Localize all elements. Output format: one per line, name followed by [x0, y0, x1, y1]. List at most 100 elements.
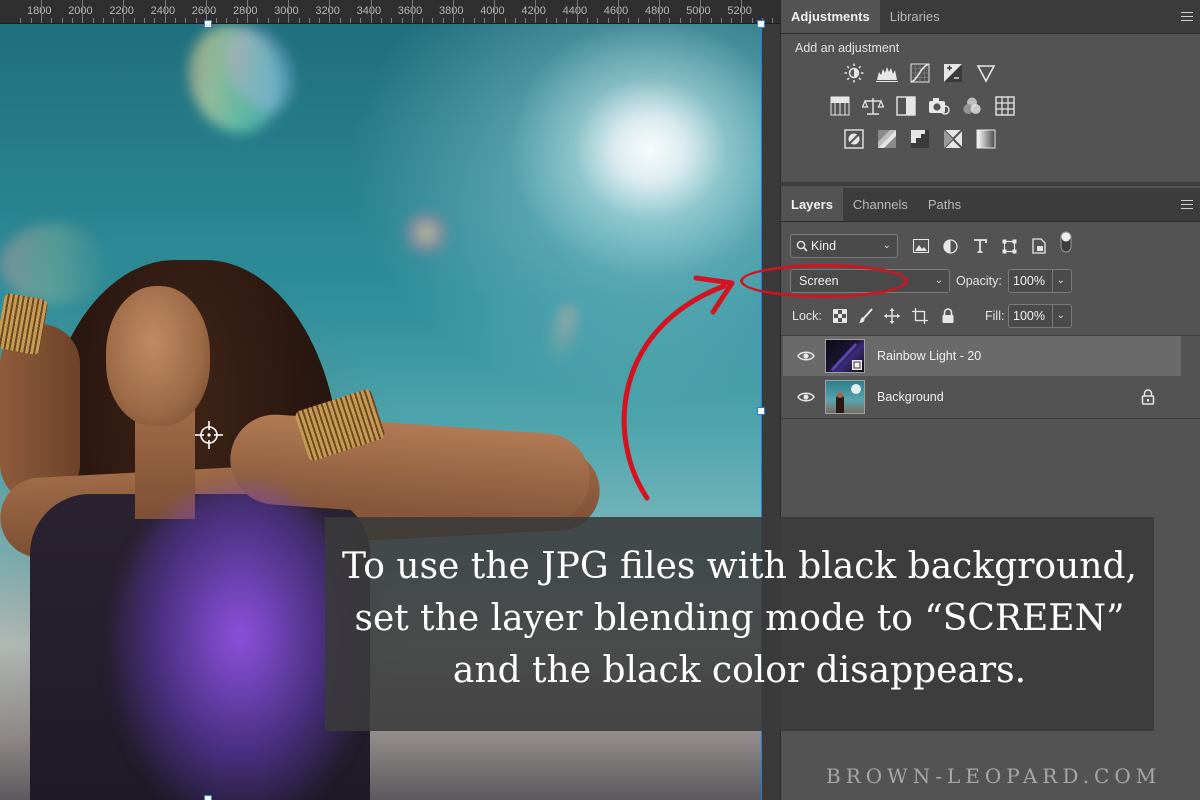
brightness-contrast-icon[interactable] [843, 62, 865, 84]
black-white-icon[interactable] [895, 95, 917, 117]
exposure-icon[interactable] [942, 62, 964, 84]
invert-icon[interactable] [843, 128, 865, 150]
tab-libraries[interactable]: Libraries [880, 0, 950, 33]
ruler-tick [277, 18, 279, 23]
filter-type-layers-icon[interactable] [971, 237, 989, 255]
color-lookup-icon[interactable] [994, 95, 1016, 117]
lock-image-pixels-icon[interactable] [857, 307, 875, 325]
layer-thumbnail [825, 339, 865, 373]
ruler-tick [586, 18, 588, 23]
ruler-tick [669, 18, 671, 23]
panel-menu-icon[interactable] [1181, 12, 1193, 24]
filter-adjustment-layers-icon[interactable] [941, 237, 959, 255]
color-balance-icon[interactable] [862, 95, 884, 117]
ruler-label: 2800 [233, 5, 258, 17]
filter-smart-objects-icon[interactable] [1030, 237, 1048, 255]
transform-handle-top-right[interactable] [757, 20, 765, 28]
filter-pixel-layers-icon[interactable] [912, 237, 930, 255]
opacity-value: 100% [1013, 274, 1045, 288]
fill-value: 100% [1013, 309, 1045, 323]
posterize-icon[interactable] [876, 128, 898, 150]
lock-position-icon[interactable] [883, 307, 901, 325]
ruler-tick [628, 18, 630, 23]
ruler-tick [710, 18, 712, 23]
ruler-tick [504, 18, 506, 23]
tab-layers[interactable]: Layers [781, 188, 843, 221]
ruler-label: 3000 [274, 5, 299, 17]
add-adjustment-heading: Add an adjustment [795, 41, 900, 55]
ruler-tick [494, 0, 496, 23]
ruler-tick [720, 18, 722, 23]
ruler-label: 5000 [686, 5, 711, 17]
threshold-icon[interactable] [909, 128, 931, 150]
adjustments-tab-bar: Adjustments Libraries [781, 0, 1200, 34]
opacity-label: Opacity: [956, 274, 1002, 288]
ruler-tick [617, 0, 619, 23]
search-icon [796, 240, 808, 252]
ruler-tick [257, 18, 259, 23]
ruler-tick [51, 18, 53, 23]
ruler-tick [638, 18, 640, 23]
layer-name[interactable]: Background [877, 377, 944, 417]
ruler-label: 4200 [521, 5, 546, 17]
ruler-tick [308, 18, 310, 23]
ruler-tick [360, 18, 362, 23]
ruler-tick [576, 0, 578, 23]
photo-filter-icon[interactable] [928, 95, 950, 117]
panel-menu-icon[interactable] [1181, 200, 1193, 212]
ruler-label: 2400 [150, 5, 176, 17]
gradient-map-icon[interactable] [975, 128, 997, 150]
channel-mixer-icon[interactable] [961, 95, 983, 117]
ruler-tick [144, 18, 145, 23]
visibility-eye-icon[interactable] [797, 389, 815, 405]
ruler-tick [411, 0, 413, 23]
tab-paths[interactable]: Paths [918, 188, 971, 221]
visibility-eye-icon[interactable] [797, 348, 815, 364]
opacity-field[interactable]: 100% ⌄ [1008, 269, 1072, 293]
filter-shape-layers-icon[interactable] [1000, 237, 1018, 255]
ruler-tick [514, 18, 516, 23]
tab-adjustments[interactable]: Adjustments [781, 0, 880, 33]
layer-filter-kind-dropdown[interactable]: Kind ⌄ [790, 234, 898, 258]
crosshair-icon[interactable] [194, 420, 224, 450]
lock-all-icon[interactable] [939, 307, 957, 325]
ruler-tick [247, 0, 248, 23]
selective-color-icon[interactable] [942, 128, 964, 150]
ruler-tick [648, 18, 650, 23]
instruction-caption: To use the JPG files with black backgrou… [325, 517, 1154, 731]
ruler-tick [319, 18, 321, 23]
ruler-tick [607, 18, 609, 23]
lock-icon [1141, 389, 1155, 405]
transform-handle-top[interactable] [204, 20, 212, 28]
curves-icon[interactable] [909, 62, 931, 84]
ruler-tick [226, 18, 228, 23]
ruler-tick [174, 18, 176, 23]
ruler-label: 5200 [727, 5, 752, 17]
tab-channels[interactable]: Channels [843, 188, 918, 221]
transform-handle-bottom[interactable] [204, 795, 212, 800]
ruler-tick [133, 18, 135, 23]
layer-row-rainbow-light[interactable]: Rainbow Light - 20 [783, 336, 1181, 376]
annotation-highlight-ellipse [740, 264, 908, 298]
ruler-tick [30, 18, 32, 23]
fill-field[interactable]: 100% ⌄ [1008, 304, 1072, 328]
lock-artboard-icon[interactable] [911, 307, 929, 325]
hue-saturation-icon[interactable] [829, 95, 851, 117]
caption-line-1: To use the JPG files with black backgrou… [342, 546, 1137, 587]
rainbow-streak [544, 302, 582, 366]
filter-toggle-switch[interactable] [1057, 231, 1075, 253]
vibrance-icon[interactable] [975, 62, 997, 84]
levels-icon[interactable] [876, 62, 898, 84]
lock-transparent-pixels-icon[interactable] [831, 307, 849, 325]
face-shape [106, 286, 210, 426]
ruler-tick [432, 18, 434, 23]
ruler-tick [463, 18, 465, 23]
layers-tab-bar: Layers Channels Paths [781, 188, 1200, 222]
ruler-tick [339, 18, 341, 23]
ruler-tick [453, 0, 454, 23]
layer-row-background[interactable]: Background [783, 377, 1181, 417]
ruler-label: 4600 [603, 5, 629, 17]
ruler-tick [679, 18, 681, 23]
rainbow-streak [0, 224, 110, 304]
layer-name[interactable]: Rainbow Light - 20 [877, 336, 981, 376]
